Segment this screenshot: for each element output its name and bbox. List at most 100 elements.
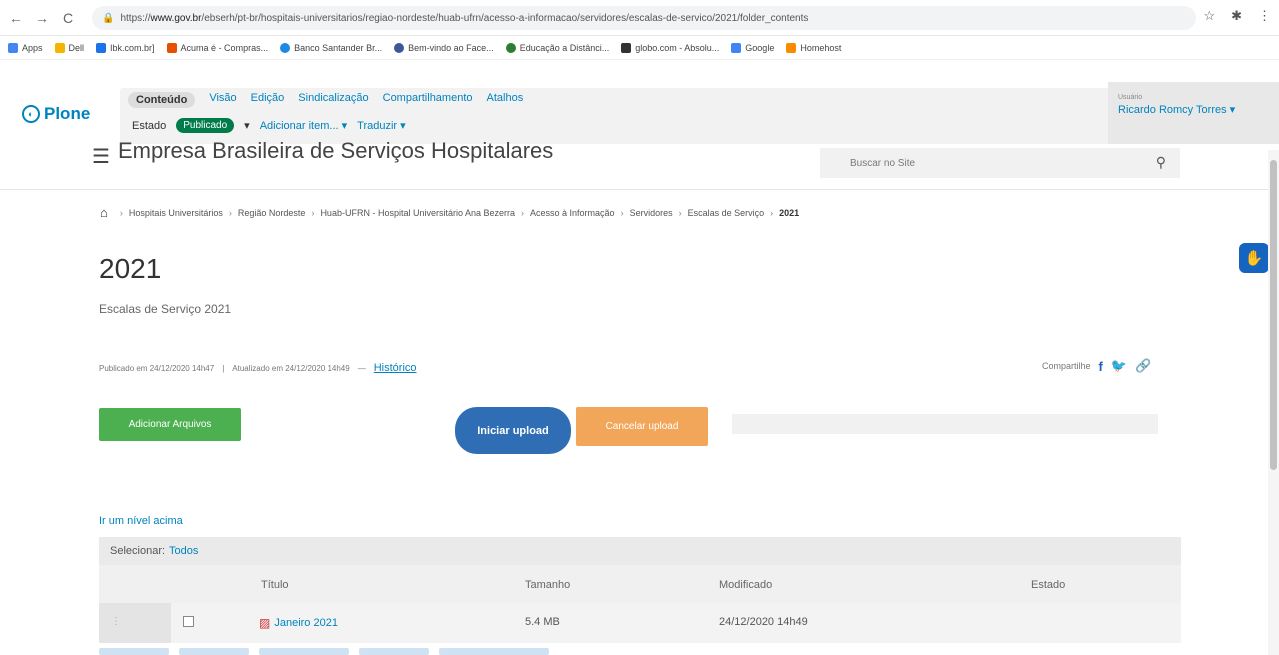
drag-handle-icon[interactable]: ⋮	[99, 603, 171, 643]
page-scrollbar[interactable]	[1268, 150, 1279, 655]
plone-logo[interactable]: ◐ Plone	[22, 104, 90, 124]
up-one-level-link[interactable]: Ir um nível acima	[99, 515, 183, 527]
column-size[interactable]: Tamanho	[525, 579, 570, 591]
menu-edicao[interactable]: Edição	[251, 92, 285, 108]
extension-icon[interactable]: ✱	[1231, 8, 1242, 24]
breadcrumb-item[interactable]: Acesso à Informação	[530, 208, 615, 218]
menu-atalhos[interactable]: Atalhos	[487, 92, 524, 108]
page-title: 2021	[99, 253, 162, 284]
bookmark-dell[interactable]: Dell	[54, 42, 84, 53]
user-name: Ricardo Romcy Torres	[1118, 104, 1227, 116]
menu-visao[interactable]: Visão	[209, 92, 236, 108]
byline: Publicado em 24/12/2020 14h47 | Atualiza…	[99, 362, 417, 374]
bookmarks-bar: Apps Dell Ibk.com.br] Acuma é - Compras.…	[0, 36, 1279, 60]
user-menu[interactable]: Usuário Ricardo Romcy Torres ▾	[1108, 82, 1279, 144]
url-prefix: https://	[120, 12, 151, 24]
bookmark-santander[interactable]: Banco Santander Br...	[280, 42, 382, 53]
folder-contents-table: Selecionar: Todos Título Tamanho Modific…	[99, 537, 1181, 643]
row-size: 5.4 MB	[525, 616, 560, 628]
bookmark-google[interactable]: Google	[731, 42, 774, 53]
cancel-upload-button[interactable]: Cancelar upload	[576, 407, 708, 446]
folder-icon	[54, 42, 65, 53]
pdf-file-icon: ▨	[259, 616, 271, 630]
bookmark-icon	[786, 42, 797, 53]
url-host: www.gov.br	[150, 12, 202, 24]
apps-icon	[8, 42, 18, 53]
history-link[interactable]: Histórico	[374, 362, 417, 374]
state-label: Estado	[132, 119, 167, 132]
add-item-menu[interactable]: Adicionar item... ▾	[260, 119, 347, 132]
url-field[interactable]: 🔒 https://www.gov.br/ebserh/pt-br/hospit…	[92, 6, 1196, 30]
google-icon	[731, 42, 742, 53]
plone-toolbar: ◐ Plone Conteúdo Visão Edição Sindicaliza…	[0, 82, 1279, 146]
start-upload-button[interactable]: Iniciar upload	[455, 407, 571, 454]
menu-icon[interactable]: ⋮	[1258, 8, 1271, 24]
reload-icon[interactable]: C	[58, 8, 78, 28]
breadcrumb-item[interactable]: Hospitais Universitários	[129, 208, 223, 218]
breadcrumb-item[interactable]: Huab-UFRN - Hospital Universitário Ana B…	[320, 208, 515, 218]
column-title[interactable]: Título	[261, 579, 289, 591]
column-modified[interactable]: Modificado	[719, 579, 772, 591]
lock-icon: 🔒	[102, 12, 115, 24]
site-header: ☰ Empresa Brasileira de Serviços Hospita…	[0, 138, 1279, 190]
link-icon[interactable]: 🔗	[1135, 358, 1151, 374]
breadcrumb-current: 2021	[779, 207, 800, 218]
select-bar: Selecionar: Todos	[99, 537, 1181, 565]
breadcrumb: ⌂ › Hospitais Universitários › Região No…	[100, 205, 800, 220]
bookmark-homehost[interactable]: Homehost	[786, 42, 841, 53]
bookmark-icon	[96, 42, 107, 53]
column-state[interactable]: Estado	[1031, 579, 1065, 591]
bookmark-icon	[621, 42, 632, 53]
bookmark-acuma[interactable]: Acuma é - Compras...	[166, 42, 268, 53]
bookmark-icon	[280, 42, 291, 53]
page-description: Escalas de Serviço 2021	[99, 302, 232, 316]
search-input[interactable]: Buscar no Site ⚲	[820, 148, 1180, 178]
breadcrumb-item[interactable]: Escalas de Serviço	[688, 208, 765, 218]
bookmark-educacao[interactable]: Educação a Distânci...	[505, 42, 609, 53]
menu-conteudo[interactable]: Conteúdo	[128, 92, 196, 108]
scrollbar-thumb[interactable]	[1270, 160, 1277, 470]
updated-date: Atualizado em 24/12/2020 14h49	[232, 363, 350, 373]
twitter-icon[interactable]: 🐦	[1111, 358, 1127, 374]
menu-sindicalizacao[interactable]: Sindicalização	[298, 92, 368, 108]
row-checkbox[interactable]	[183, 616, 194, 627]
hamburger-icon[interactable]: ☰	[92, 144, 110, 169]
bookmark-icon	[505, 42, 516, 53]
translate-menu[interactable]: Traduzir ▾	[357, 119, 406, 132]
bottom-buttons-strip	[99, 648, 599, 655]
share-bar: Compartilhe f 🐦 🔗	[1042, 358, 1151, 374]
bookmark-apps[interactable]: Apps	[8, 42, 43, 53]
state-dropdown-icon[interactable]: ▾	[244, 119, 250, 132]
add-files-button[interactable]: Adicionar Arquivos	[99, 408, 241, 441]
bookmark-globo[interactable]: globo.com - Absolu...	[621, 42, 719, 53]
facebook-icon	[394, 42, 405, 53]
user-label: Usuário	[1118, 94, 1143, 101]
published-date: Publicado em 24/12/2020 14h47	[99, 363, 215, 373]
home-icon[interactable]: ⌂	[100, 205, 108, 220]
select-all-link[interactable]: Todos	[169, 545, 198, 557]
facebook-icon[interactable]: f	[1099, 359, 1103, 374]
forward-icon[interactable]: →	[32, 8, 52, 28]
row-modified: 24/12/2020 14h49	[719, 616, 808, 628]
search-icon[interactable]: ⚲	[1156, 154, 1166, 171]
table-row[interactable]: ⋮ ▨ Janeiro 2021 5.4 MB 24/12/2020 14h49	[99, 603, 1181, 643]
plone-logo-icon: ◐	[22, 105, 40, 123]
star-icon[interactable]: ☆	[1203, 8, 1215, 24]
share-label: Compartilhe	[1042, 361, 1091, 371]
url-path: /ebserh/pt-br/hospitais-universitarios/r…	[201, 12, 809, 24]
bookmark-icon	[166, 42, 177, 53]
upload-progress-bar	[732, 414, 1158, 434]
menu-compartilhamento[interactable]: Compartilhamento	[383, 92, 473, 108]
browser-address-bar: ← → C 🔒 https://www.gov.br/ebserh/pt-br/…	[0, 0, 1279, 36]
row-title-link[interactable]: Janeiro 2021	[274, 617, 338, 629]
bookmark-ibk[interactable]: Ibk.com.br]	[96, 42, 155, 53]
breadcrumb-item[interactable]: Servidores	[630, 208, 673, 218]
breadcrumb-item[interactable]: Região Nordeste	[238, 208, 306, 218]
back-icon[interactable]: ←	[6, 8, 26, 28]
bookmark-facebook[interactable]: Bem-vindo ao Face...	[394, 42, 494, 53]
state-badge[interactable]: Publicado	[176, 118, 235, 133]
accessibility-hand-icon[interactable]: ✋	[1239, 243, 1269, 273]
table-header: Título Tamanho Modificado Estado	[99, 565, 1181, 603]
select-label: Selecionar:	[110, 545, 166, 557]
site-title[interactable]: Empresa Brasileira de Serviços Hospitala…	[118, 138, 553, 164]
